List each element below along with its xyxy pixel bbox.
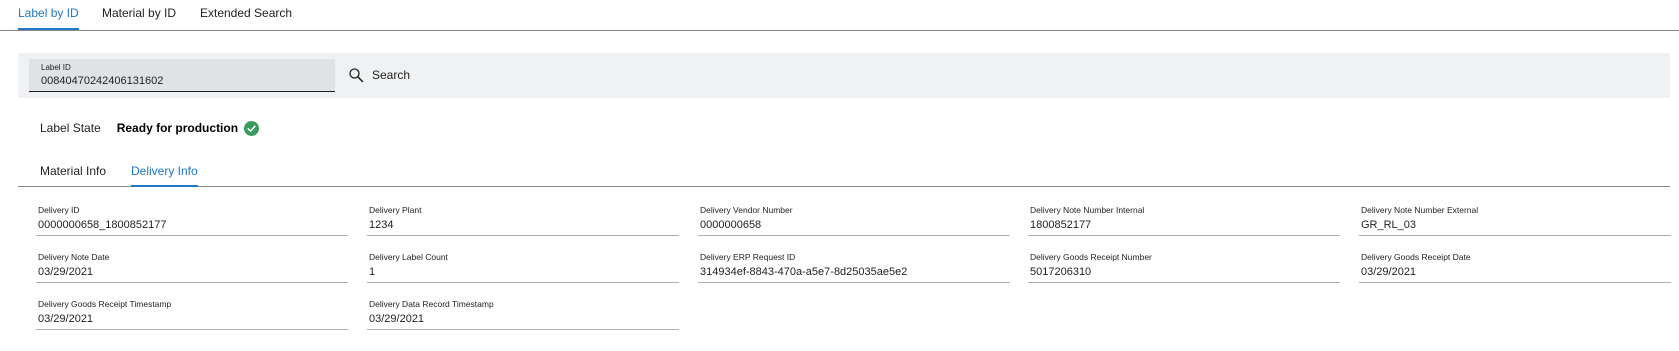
info-tab-bar: Material Info Delivery Info xyxy=(18,160,1670,187)
tab-label-by-id[interactable]: Label by ID xyxy=(18,5,79,30)
label-id-field[interactable]: Label ID 00840470242406131602 xyxy=(29,59,335,92)
field-value: 03/29/2021 xyxy=(369,313,425,325)
field-value: 03/29/2021 xyxy=(1361,266,1417,278)
field-delivery-note-date: Delivery Note Date 03/29/2021 xyxy=(36,249,348,283)
field-label: Delivery ID xyxy=(38,205,80,215)
field-delivery-label-count: Delivery Label Count 1 xyxy=(367,249,679,283)
field-delivery-note-number-internal: Delivery Note Number Internal 1800852177 xyxy=(1028,202,1340,236)
search-icon xyxy=(349,68,364,83)
field-label: Delivery Note Number Internal xyxy=(1030,205,1145,215)
field-label: Delivery Note Date xyxy=(38,252,110,262)
field-value: 0000000658_1800852177 xyxy=(38,219,167,231)
field-value: 314934ef-8843-470a-a5e7-8d25035ae5e2 xyxy=(700,266,908,278)
field-delivery-vendor-number: Delivery Vendor Number 0000000658 xyxy=(698,202,1010,236)
tab-material-info[interactable]: Material Info xyxy=(40,163,106,185)
field-label: Delivery Vendor Number xyxy=(700,205,793,215)
field-delivery-goods-receipt-number: Delivery Goods Receipt Number 5017206310 xyxy=(1028,249,1340,283)
check-circle-icon xyxy=(244,120,260,136)
label-state-label: Label State xyxy=(40,121,101,135)
field-value: 0000000658 xyxy=(700,219,762,231)
label-state-value: Ready for production xyxy=(116,121,239,135)
field-label: Delivery Goods Receipt Number xyxy=(1030,252,1152,262)
field-label: Delivery Goods Receipt Timestamp xyxy=(38,299,172,309)
field-label: Delivery Plant xyxy=(369,205,422,215)
top-tab-bar: Label by ID Material by ID Extended Sear… xyxy=(0,0,1679,31)
search-button-label: Search xyxy=(372,68,411,82)
field-delivery-id: Delivery ID 0000000658_1800852177 xyxy=(36,202,348,236)
search-button[interactable]: Search xyxy=(348,64,410,86)
field-value: 03/29/2021 xyxy=(38,266,94,278)
field-value: GR_RL_03 xyxy=(1361,219,1417,231)
field-delivery-goods-receipt-date: Delivery Goods Receipt Date 03/29/2021 xyxy=(1359,249,1671,283)
field-value: 1800852177 xyxy=(1030,219,1092,231)
field-value: 5017206310 xyxy=(1030,266,1092,278)
field-value: 03/29/2021 xyxy=(38,313,94,325)
tab-delivery-info[interactable]: Delivery Info xyxy=(131,163,198,187)
label-id-input[interactable]: 00840470242406131602 xyxy=(41,74,335,88)
field-delivery-note-number-external: Delivery Note Number External GR_RL_03 xyxy=(1359,202,1671,236)
tab-material-by-id[interactable]: Material by ID xyxy=(102,5,176,28)
field-delivery-plant: Delivery Plant 1234 xyxy=(367,202,679,236)
field-label: Delivery Note Number External xyxy=(1361,205,1479,215)
field-delivery-goods-receipt-timestamp: Delivery Goods Receipt Timestamp 03/29/2… xyxy=(36,296,348,330)
search-panel: Label ID 00840470242406131602 Search xyxy=(18,53,1670,98)
field-label: Delivery Data Record Timestamp xyxy=(369,299,494,309)
field-label: Delivery Goods Receipt Date xyxy=(1361,252,1471,262)
field-delivery-data-record-timestamp: Delivery Data Record Timestamp 03/29/202… xyxy=(367,296,679,330)
field-delivery-erp-request-id: Delivery ERP Request ID 314934ef-8843-47… xyxy=(698,249,1010,283)
label-state: Label State Ready for production xyxy=(40,118,260,138)
field-value: 1234 xyxy=(369,219,394,231)
tab-extended-search[interactable]: Extended Search xyxy=(200,5,292,28)
field-label: Delivery Label Count xyxy=(369,252,448,262)
field-label: Delivery ERP Request ID xyxy=(700,252,796,262)
field-value: 1 xyxy=(369,266,376,278)
label-id-field-label: Label ID xyxy=(41,63,71,72)
